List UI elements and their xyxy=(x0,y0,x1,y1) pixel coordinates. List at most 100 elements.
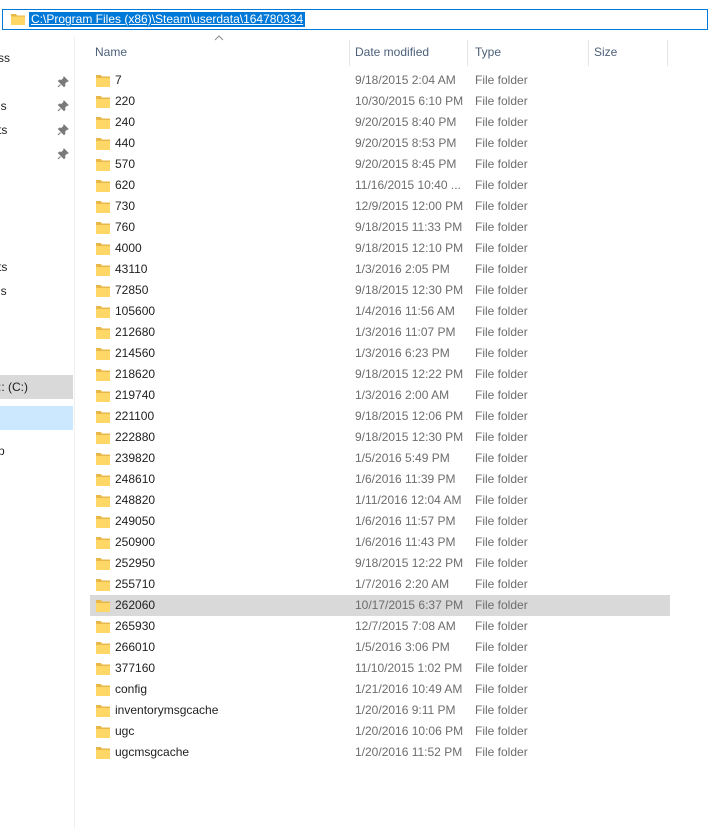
file-row[interactable]: 255710 1/7/2016 2:20 AM File folder xyxy=(90,574,670,595)
file-date-modified: 10/30/2015 6:10 PM xyxy=(355,94,464,108)
nav-item-local-disk-c[interactable]: :: (C:) xyxy=(0,375,73,399)
file-date-modified: 1/7/2016 2:20 AM xyxy=(355,577,450,591)
nav-item-label: ts xyxy=(0,260,8,274)
file-name: 219740 xyxy=(115,388,156,402)
file-date-modified: 9/18/2015 12:30 PM xyxy=(355,430,464,444)
file-row[interactable]: 570 9/20/2015 8:45 PM File folder xyxy=(90,154,670,175)
file-name: 377160 xyxy=(115,661,156,675)
nav-item-downloads-2[interactable]: ls xyxy=(0,279,73,303)
file-row[interactable]: 262060 10/17/2015 6:37 PM File folder xyxy=(90,595,670,616)
folder-icon xyxy=(96,558,110,570)
file-type: File folder xyxy=(475,430,528,444)
nav-item-pictures[interactable] xyxy=(0,142,73,166)
file-date-modified: 12/9/2015 12:00 PM xyxy=(355,199,464,213)
file-row[interactable]: 219740 1/3/2016 2:00 AM File folder xyxy=(90,385,670,406)
folder-icon xyxy=(96,432,110,444)
file-row[interactable]: 266010 1/5/2016 3:06 PM File folder xyxy=(90,637,670,658)
file-row[interactable]: 212680 1/3/2016 11:07 PM File folder xyxy=(90,322,670,343)
file-row[interactable]: 250900 1/6/2016 11:43 PM File folder xyxy=(90,532,670,553)
column-divider[interactable] xyxy=(467,40,468,66)
nav-item-quick-access[interactable]: ss xyxy=(0,46,73,70)
file-row[interactable]: 218620 9/18/2015 12:22 PM File folder xyxy=(90,364,670,385)
pin-icon[interactable] xyxy=(57,148,69,160)
file-type: File folder xyxy=(475,409,528,423)
file-row[interactable]: 440 9/20/2015 8:53 PM File folder xyxy=(90,133,670,154)
file-type: File folder xyxy=(475,640,528,654)
file-date-modified: 1/3/2016 6:23 PM xyxy=(355,346,450,360)
folder-icon xyxy=(96,453,110,465)
file-row[interactable]: 620 11/16/2015 10:40 ... File folder xyxy=(90,175,670,196)
column-date-modified[interactable]: Date modified xyxy=(350,36,467,68)
file-row[interactable]: 760 9/18/2015 11:33 PM File folder xyxy=(90,217,670,238)
file-name: 105600 xyxy=(115,304,156,318)
navigation-pane[interactable]: ss ls ts ts ls :: (C:) p xyxy=(0,36,75,829)
file-row[interactable]: ugc 1/20/2016 10:06 PM File folder xyxy=(90,721,670,742)
file-type: File folder xyxy=(475,724,528,738)
file-row[interactable]: 239820 1/5/2016 5:49 PM File folder xyxy=(90,448,670,469)
pin-icon[interactable] xyxy=(57,100,69,112)
file-row[interactable]: inventorymsgcache 1/20/2016 9:11 PM File f… xyxy=(90,700,670,721)
nav-item-documents-2[interactable]: ts xyxy=(0,255,73,279)
file-list[interactable]: 7 9/18/2015 2:04 AM File folder 220 10/30/20… xyxy=(90,70,670,763)
nav-item-desktop[interactable]: p xyxy=(0,439,73,463)
nav-item-downloads[interactable]: ls xyxy=(0,94,73,118)
file-name: 760 xyxy=(115,220,136,234)
file-row[interactable]: 214560 1/3/2016 6:23 PM File folder xyxy=(90,343,670,364)
address-input[interactable]: C:\Program Files (x86)\Steam\userdata\16… xyxy=(2,9,708,30)
file-type: File folder xyxy=(475,535,528,549)
file-date-modified: 1/5/2016 5:49 PM xyxy=(355,451,450,465)
file-type: File folder xyxy=(475,451,528,465)
file-row[interactable]: 248610 1/6/2016 11:39 PM File folder xyxy=(90,469,670,490)
file-name: 570 xyxy=(115,157,136,171)
file-row[interactable]: 240 9/20/2015 8:40 PM File folder xyxy=(90,112,670,133)
file-name: 222880 xyxy=(115,430,156,444)
file-row[interactable]: 249050 1/6/2016 11:57 PM File folder xyxy=(90,511,670,532)
file-date-modified: 9/18/2015 12:22 PM xyxy=(355,556,464,570)
file-date-modified: 9/18/2015 12:30 PM xyxy=(355,283,464,297)
file-date-modified: 1/11/2016 12:04 AM xyxy=(355,493,462,507)
file-row[interactable]: 222880 9/18/2015 12:30 PM File folder xyxy=(90,427,670,448)
folder-icon xyxy=(96,747,110,759)
file-row[interactable]: 4000 9/18/2015 12:10 PM File folder xyxy=(90,238,670,259)
address-bar[interactable]: C:\Program Files (x86)\Steam\userdata\16… xyxy=(0,8,710,31)
folder-icon xyxy=(96,726,110,738)
column-name[interactable]: Name xyxy=(90,36,349,68)
file-date-modified: 1/20/2016 9:11 PM xyxy=(355,703,456,717)
folder-icon xyxy=(96,180,110,192)
file-row[interactable]: 7 9/18/2015 2:04 AM File folder xyxy=(90,70,670,91)
file-row[interactable]: 220 10/30/2015 6:10 PM File folder xyxy=(90,91,670,112)
nav-item-pinned-1[interactable] xyxy=(0,70,73,94)
file-row[interactable]: 252950 9/18/2015 12:22 PM File folder xyxy=(90,553,670,574)
file-name: 221100 xyxy=(115,409,155,423)
file-name: 72850 xyxy=(115,283,149,297)
file-date-modified: 9/18/2015 11:33 PM xyxy=(355,220,463,234)
file-date-modified: 1/3/2016 2:05 PM xyxy=(355,262,450,276)
folder-icon xyxy=(96,327,110,339)
nav-item-selected[interactable] xyxy=(0,406,73,430)
file-row[interactable]: 730 12/9/2015 12:00 PM File folder xyxy=(90,196,670,217)
file-row[interactable]: 72850 9/18/2015 12:30 PM File folder xyxy=(90,280,670,301)
pin-icon[interactable] xyxy=(57,76,69,88)
file-row[interactable]: 248820 1/11/2016 12:04 AM File folder xyxy=(90,490,670,511)
file-type: File folder xyxy=(475,178,528,192)
pin-icon[interactable] xyxy=(57,124,69,136)
file-date-modified: 11/16/2015 10:40 ... xyxy=(355,178,461,192)
file-row[interactable]: 105600 1/4/2016 11:56 AM File folder xyxy=(90,301,670,322)
file-row[interactable]: 221100 9/18/2015 12:06 PM File folder xyxy=(90,406,670,427)
file-row[interactable]: ugcmsgcache 1/20/2016 11:52 PM File folder xyxy=(90,742,670,763)
nav-item-label: ss xyxy=(0,51,10,65)
file-row[interactable]: 377160 11/10/2015 1:02 PM File folder xyxy=(90,658,670,679)
file-type: File folder xyxy=(475,619,528,633)
file-date-modified: 1/4/2016 11:56 AM xyxy=(355,304,455,318)
nav-item-documents[interactable]: ts xyxy=(0,118,73,142)
file-type: File folder xyxy=(475,661,528,675)
folder-icon xyxy=(96,537,110,549)
file-row[interactable]: config 1/21/2016 10:49 AM File folder xyxy=(90,679,670,700)
file-date-modified: 1/6/2016 11:39 PM xyxy=(355,472,456,486)
file-row[interactable]: 43110 1/3/2016 2:05 PM File folder xyxy=(90,259,670,280)
column-divider[interactable] xyxy=(667,40,668,66)
file-type: File folder xyxy=(475,493,528,507)
file-row[interactable]: 265930 12/7/2015 7:08 AM File folder xyxy=(90,616,670,637)
column-size[interactable]: Size xyxy=(589,36,667,68)
column-type[interactable]: Type xyxy=(470,36,588,68)
